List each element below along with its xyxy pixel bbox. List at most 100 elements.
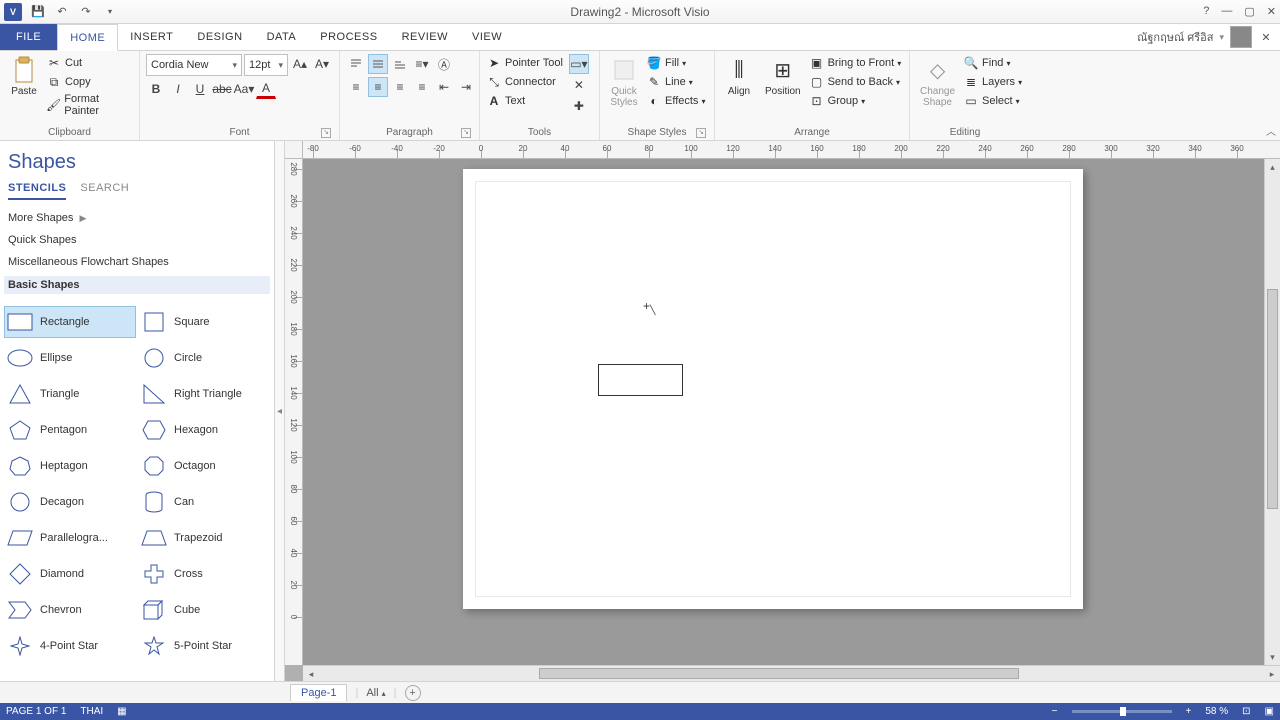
qat-customize-icon[interactable]: ▾ — [102, 4, 118, 20]
shape-hexagon[interactable]: Hexagon — [138, 414, 270, 446]
shape-cross[interactable]: Cross — [138, 558, 270, 590]
tab-file[interactable]: FILE — [0, 24, 57, 50]
fill-button[interactable]: 🪣Fill▾ — [646, 54, 705, 72]
cut-button[interactable]: ✂Cut — [46, 54, 133, 72]
page-indicator[interactable]: PAGE 1 OF 1 — [6, 706, 66, 717]
all-pages-button[interactable]: All ▴ — [366, 687, 385, 699]
zoom-level[interactable]: 58 % — [1205, 706, 1228, 717]
scroll-down-icon[interactable]: ▾ — [1265, 649, 1280, 665]
horizontal-scrollbar[interactable]: ◂ ▸ — [303, 665, 1280, 681]
sidebar-collapse-handle[interactable]: ◂ — [275, 141, 285, 681]
shape-ellipse[interactable]: Ellipse — [4, 342, 136, 374]
shape-pentagon[interactable]: Pentagon — [4, 414, 136, 446]
shape-square[interactable]: Square — [138, 306, 270, 338]
align-right-button[interactable]: ≡ — [390, 77, 410, 97]
grow-font-button[interactable]: A▴ — [290, 54, 310, 74]
copy-button[interactable]: ⧉Copy — [46, 73, 133, 91]
quick-shapes-item[interactable]: Quick Shapes — [8, 232, 266, 248]
full-screen-button[interactable]: ▣ — [1265, 706, 1274, 717]
layers-button[interactable]: ≣Layers▾ — [963, 73, 1022, 91]
shape-4-point-star[interactable]: 4-Point Star — [4, 630, 136, 662]
zoom-out-button[interactable]: − — [1052, 706, 1058, 717]
scroll-left-icon[interactable]: ◂ — [303, 666, 319, 681]
macro-recording-icon[interactable]: ▦ — [117, 706, 126, 717]
align-bottom-button[interactable] — [390, 54, 410, 74]
maximize-icon[interactable]: ▢ — [1244, 5, 1254, 18]
misc-flowchart-item[interactable]: Miscellaneous Flowchart Shapes — [8, 254, 266, 270]
connector-button[interactable]: ⤡Connector — [486, 73, 563, 91]
shrink-font-button[interactable]: A▾ — [312, 54, 332, 74]
shape-styles-launcher-icon[interactable]: ↘ — [696, 128, 706, 138]
search-tab[interactable]: SEARCH — [80, 182, 129, 200]
fit-page-button[interactable]: ⊡ — [1242, 706, 1250, 717]
find-button[interactable]: 🔍Find▾ — [963, 54, 1022, 72]
collapse-ribbon-icon[interactable]: ︿ — [1266, 123, 1276, 138]
shape-can[interactable]: Can — [138, 486, 270, 518]
rectangle-shape-instance[interactable] — [598, 364, 683, 396]
zoom-in-button[interactable]: + — [1186, 706, 1192, 717]
tab-insert[interactable]: INSERT — [118, 24, 185, 50]
effects-button[interactable]: ◐Effects▾ — [646, 92, 705, 110]
align-left-button[interactable]: ≡ — [346, 77, 366, 97]
shape-circle[interactable]: Circle — [138, 342, 270, 374]
italic-button[interactable]: I — [168, 79, 188, 99]
pointer-tool-button[interactable]: ➤Pointer Tool — [486, 54, 563, 72]
group-button[interactable]: ⊡Group▾ — [809, 92, 902, 110]
minimize-icon[interactable]: — — [1221, 5, 1232, 18]
shape-trapezoid[interactable]: Trapezoid — [138, 522, 270, 554]
shape-rectangle[interactable]: Rectangle — [4, 306, 136, 338]
shape-triangle[interactable]: Triangle — [4, 378, 136, 410]
align-top-button[interactable] — [346, 54, 366, 74]
format-painter-button[interactable]: 🖌Format Painter — [46, 92, 133, 118]
shape-heptagon[interactable]: Heptagon — [4, 450, 136, 482]
increase-indent-button[interactable]: ⇥ — [456, 77, 476, 97]
shape-diamond[interactable]: Diamond — [4, 558, 136, 590]
bring-to-front-button[interactable]: ▣Bring to Front▾ — [809, 54, 902, 72]
add-page-button[interactable]: + — [405, 685, 421, 701]
shape-chevron[interactable]: Chevron — [4, 594, 136, 626]
ribbon-close-icon[interactable]: ✕ — [1258, 29, 1274, 45]
strikethrough-button[interactable]: abc — [212, 79, 232, 99]
select-button[interactable]: ▭Select▾ — [963, 92, 1022, 110]
redo-icon[interactable]: ↷ — [78, 4, 94, 20]
align-center-button[interactable]: ≡ — [368, 77, 388, 97]
shape-right-triangle[interactable]: Right Triangle — [138, 378, 270, 410]
tab-process[interactable]: PROCESS — [308, 24, 389, 50]
bold-button[interactable]: B — [146, 79, 166, 99]
shape-parallelogram[interactable]: Parallelogra... — [4, 522, 136, 554]
tab-review[interactable]: REVIEW — [390, 24, 460, 50]
font-name-select[interactable]: Cordia New — [146, 54, 242, 76]
tab-data[interactable]: DATA — [255, 24, 309, 50]
text-tool-button[interactable]: AText — [486, 92, 563, 110]
tab-home[interactable]: HOME — [57, 24, 118, 51]
line-button[interactable]: ✎Line▾ — [646, 73, 705, 91]
more-shapes-item[interactable]: More Shapes▶ — [8, 210, 266, 226]
user-name[interactable]: ณัฐกฤษณ์ ศรีอิส — [1137, 28, 1213, 46]
hscroll-thumb[interactable] — [539, 668, 1019, 679]
vertical-scrollbar[interactable]: ▴ ▾ — [1264, 159, 1280, 665]
decrease-indent-button[interactable]: ⇤ — [434, 77, 454, 97]
vscroll-thumb[interactable] — [1267, 289, 1278, 509]
change-case-button[interactable]: Aa▾ — [234, 79, 254, 99]
language-indicator[interactable]: THAI — [80, 706, 103, 717]
page-tab-1[interactable]: Page-1 — [290, 684, 347, 701]
user-menu-icon[interactable]: ▾ — [1219, 32, 1224, 43]
paragraph-launcher-icon[interactable]: ↘ — [461, 128, 471, 138]
text-direction-button[interactable]: Ⓐ — [434, 54, 454, 74]
align-middle-button[interactable] — [368, 54, 388, 74]
paste-button[interactable]: Paste — [6, 54, 42, 99]
align-button[interactable]: ⫼Align — [721, 54, 757, 99]
drawing-page[interactable]: +╲ — [463, 169, 1083, 609]
shape-cube[interactable]: Cube — [138, 594, 270, 626]
shape-5-point-star[interactable]: 5-Point Star — [138, 630, 270, 662]
scroll-up-icon[interactable]: ▴ — [1265, 159, 1280, 175]
shape-octagon[interactable]: Octagon — [138, 450, 270, 482]
font-size-select[interactable]: 12pt — [244, 54, 288, 76]
bullets-button[interactable]: ≡▾ — [412, 54, 432, 74]
change-shape-button[interactable]: ◇Change Shape — [916, 54, 959, 110]
position-button[interactable]: ⊞Position — [761, 54, 805, 99]
underline-button[interactable]: U — [190, 79, 210, 99]
canvas-viewport[interactable]: +╲ ▴ ▾ — [303, 159, 1280, 665]
connection-point-button[interactable]: ✚ — [569, 96, 589, 116]
align-justify-button[interactable]: ≡ — [412, 77, 432, 97]
